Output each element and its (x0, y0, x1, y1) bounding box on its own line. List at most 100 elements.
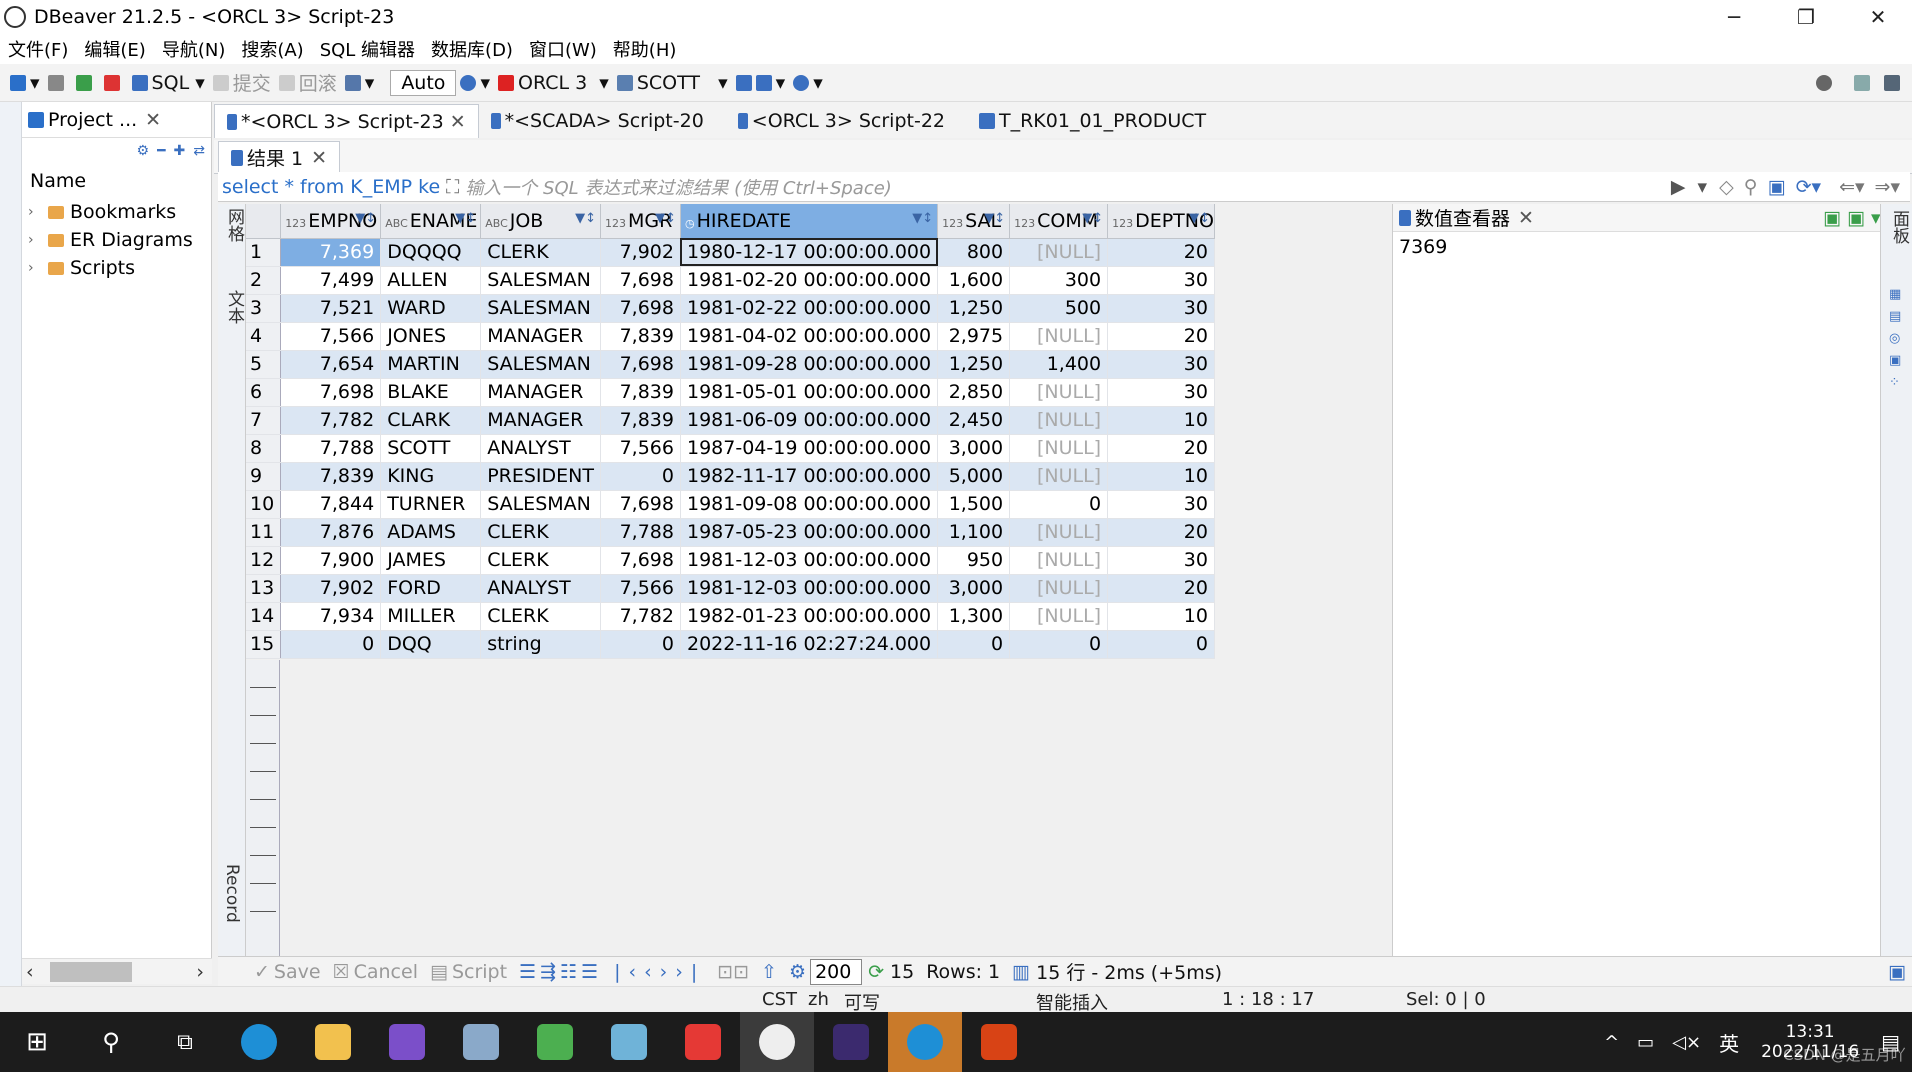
table-cell[interactable]: SALESMAN (480, 490, 601, 519)
table-cell[interactable]: 1982-11-17 00:00:00.000 (680, 462, 939, 491)
collapse-icon[interactable]: ━ (157, 143, 165, 159)
table-cell[interactable]: 7,839 (600, 378, 681, 407)
table-cell[interactable]: SALESMAN (480, 294, 601, 323)
menu-sql-editor[interactable]: SQL 编辑器 (320, 36, 415, 62)
table-cell[interactable]: 30 (1107, 266, 1215, 295)
table-cell[interactable]: CLERK (480, 602, 601, 631)
tab-script-22[interactable]: <ORCL 3> Script-22 (726, 104, 957, 138)
taskbar-app-11[interactable] (962, 1012, 1036, 1072)
tab-result-1[interactable]: 结果 1 ✕ (218, 141, 341, 173)
table-cell[interactable]: 1987-04-19 00:00:00.000 (680, 434, 939, 463)
table-cell[interactable]: 5,000 (937, 462, 1011, 491)
table-cell[interactable]: 1981-09-08 00:00:00.000 (680, 490, 939, 519)
gear-icon[interactable]: ⚙ (137, 143, 150, 159)
menu-edit[interactable]: 编辑(E) (84, 36, 145, 62)
disconnect-button[interactable] (103, 74, 124, 91)
table-cell[interactable]: 0 (600, 630, 681, 659)
expand-icon[interactable]: ⛶ (446, 176, 459, 198)
table-cell[interactable]: 1981-02-20 00:00:00.000 (680, 266, 939, 295)
table-cell[interactable]: JAMES (380, 546, 482, 575)
tools-button[interactable]: ▾ (735, 72, 785, 94)
table-row[interactable]: 9 7,839 KING PRESIDENT 0 1982-11-17 00:00:00.… (246, 462, 1215, 491)
table-cell[interactable]: 500 (1009, 294, 1109, 323)
table-cell[interactable]: MANAGER (480, 406, 601, 435)
table-cell[interactable]: JONES (380, 322, 482, 351)
taskbar-app-4[interactable] (444, 1012, 518, 1072)
table-cell[interactable]: 7,839 (600, 406, 681, 435)
table-cell[interactable]: 1982-01-23 00:00:00.000 (680, 602, 939, 631)
table-cell[interactable]: 0 (280, 630, 382, 659)
sql-editor-button[interactable]: SQL ▾ (131, 72, 205, 94)
table-cell[interactable]: 0 (1009, 490, 1109, 519)
filter-input[interactable]: 输入一个 SQL 表达式来过滤结果 (使用 Ctrl+Space) (465, 174, 1671, 200)
table-cell[interactable]: TURNER (380, 490, 482, 519)
close-button[interactable]: ✕ (1842, 0, 1912, 34)
table-cell[interactable]: 1,250 (937, 294, 1011, 323)
table-cell[interactable]: 7,566 (280, 322, 382, 351)
taskbar-explorer[interactable] (296, 1012, 370, 1072)
table-cell[interactable]: 30 (1107, 546, 1215, 575)
table-cell[interactable]: 7,876 (280, 518, 382, 547)
table-cell[interactable]: 10 (1107, 462, 1215, 491)
table-row[interactable]: 7 7,782 CLARK MANAGER 7,839 1981-06-09 00:00:… (246, 406, 1215, 435)
scroll-left-icon[interactable]: ‹ (26, 961, 34, 983)
table-cell[interactable]: SALESMAN (480, 350, 601, 379)
taskbar-terminal[interactable] (814, 1012, 888, 1072)
sort-filter-icon[interactable]: ▼↕ (1082, 211, 1103, 226)
table-cell[interactable]: [NULL] (1009, 518, 1109, 547)
table-cell[interactable]: 30 (1107, 350, 1215, 379)
tree-item-bookmarks[interactable]: › Bookmarks (22, 198, 211, 226)
filter-history-icon[interactable]: ▾ (1698, 176, 1708, 198)
perspective-button[interactable] (1854, 74, 1874, 91)
table-cell[interactable]: 1987-05-23 00:00:00.000 (680, 518, 939, 547)
column-header-sal[interactable]: 123 SAL ▼↕ (937, 204, 1011, 239)
circle-icon[interactable]: ◎ (1889, 328, 1903, 350)
table-cell[interactable]: 7,698 (600, 490, 681, 519)
minimize-button[interactable]: ─ (1698, 0, 1770, 34)
table-cell[interactable]: 7,934 (280, 602, 382, 631)
chevron-up-icon[interactable]: ^ (1604, 1032, 1619, 1053)
tree-item-scripts[interactable]: › Scripts (22, 254, 211, 282)
transaction-mode-button[interactable]: ▾ (344, 72, 374, 94)
back-icon[interactable]: ⇐▾ (1839, 176, 1864, 198)
table-row[interactable]: 12 7,900 JAMES CLERK 7,698 1981-12-03 00:00:0… (246, 546, 1215, 575)
table-row[interactable]: 13 7,902 FORD ANALYST 7,566 1981-12-03 00:00:… (246, 574, 1215, 603)
row-number[interactable]: 10 (246, 490, 282, 519)
table-cell[interactable]: 950 (937, 546, 1011, 575)
table-cell[interactable]: 0 (600, 462, 681, 491)
table-cell[interactable]: ALLEN (380, 266, 482, 295)
table-cell[interactable]: 7,839 (600, 322, 681, 351)
table-cell[interactable]: 0 (1107, 630, 1215, 659)
table-cell[interactable]: 0 (937, 630, 1011, 659)
tab-product-table[interactable]: T_RK01_01_PRODUCT (967, 104, 1218, 138)
close-icon[interactable]: ✕ (311, 147, 327, 169)
search-dropdown[interactable]: ▾ (793, 72, 823, 94)
table-cell[interactable]: [NULL] (1009, 546, 1109, 575)
table-cell[interactable]: 7,788 (280, 434, 382, 463)
table-cell[interactable]: string (480, 630, 601, 659)
taskbar-app-5[interactable] (518, 1012, 592, 1072)
row-number[interactable]: 8 (246, 434, 282, 463)
table-cell[interactable]: 7,698 (600, 266, 681, 295)
table-cell[interactable]: MILLER (380, 602, 482, 631)
sort-filter-icon[interactable]: ▼↕ (912, 211, 933, 226)
column-header-hiredate[interactable]: ◷ HIREDATE ▼↕ (680, 204, 939, 239)
menu-help[interactable]: 帮助(H) (613, 36, 677, 62)
table-cell[interactable]: 20 (1107, 322, 1215, 351)
erase-icon[interactable]: ◇ (1719, 176, 1734, 198)
table-cell[interactable]: 7,698 (600, 546, 681, 575)
table-cell[interactable]: [NULL] (1009, 602, 1109, 631)
navigation-icons[interactable]: |‹‹››| (614, 961, 705, 983)
table-row[interactable]: 15 0 DQQ string 0 2022-11-16 02:27:24.000 0 0 0 (246, 630, 1215, 659)
table-cell[interactable]: 30 (1107, 490, 1215, 519)
row-number[interactable]: 13 (246, 574, 282, 603)
volume-icon[interactable]: ◁× (1672, 1032, 1701, 1053)
table-cell[interactable]: ANALYST (480, 574, 601, 603)
history-button[interactable]: ▾ (460, 72, 490, 94)
menu-database[interactable]: 数据库(D) (431, 36, 513, 62)
table-cell[interactable]: 2,450 (937, 406, 1011, 435)
row-number[interactable]: 4 (246, 322, 282, 351)
panels-tab[interactable]: 面板 (1887, 210, 1912, 244)
table-cell[interactable]: 1981-02-22 00:00:00.000 (680, 294, 939, 323)
invalidate-button[interactable] (75, 74, 96, 91)
